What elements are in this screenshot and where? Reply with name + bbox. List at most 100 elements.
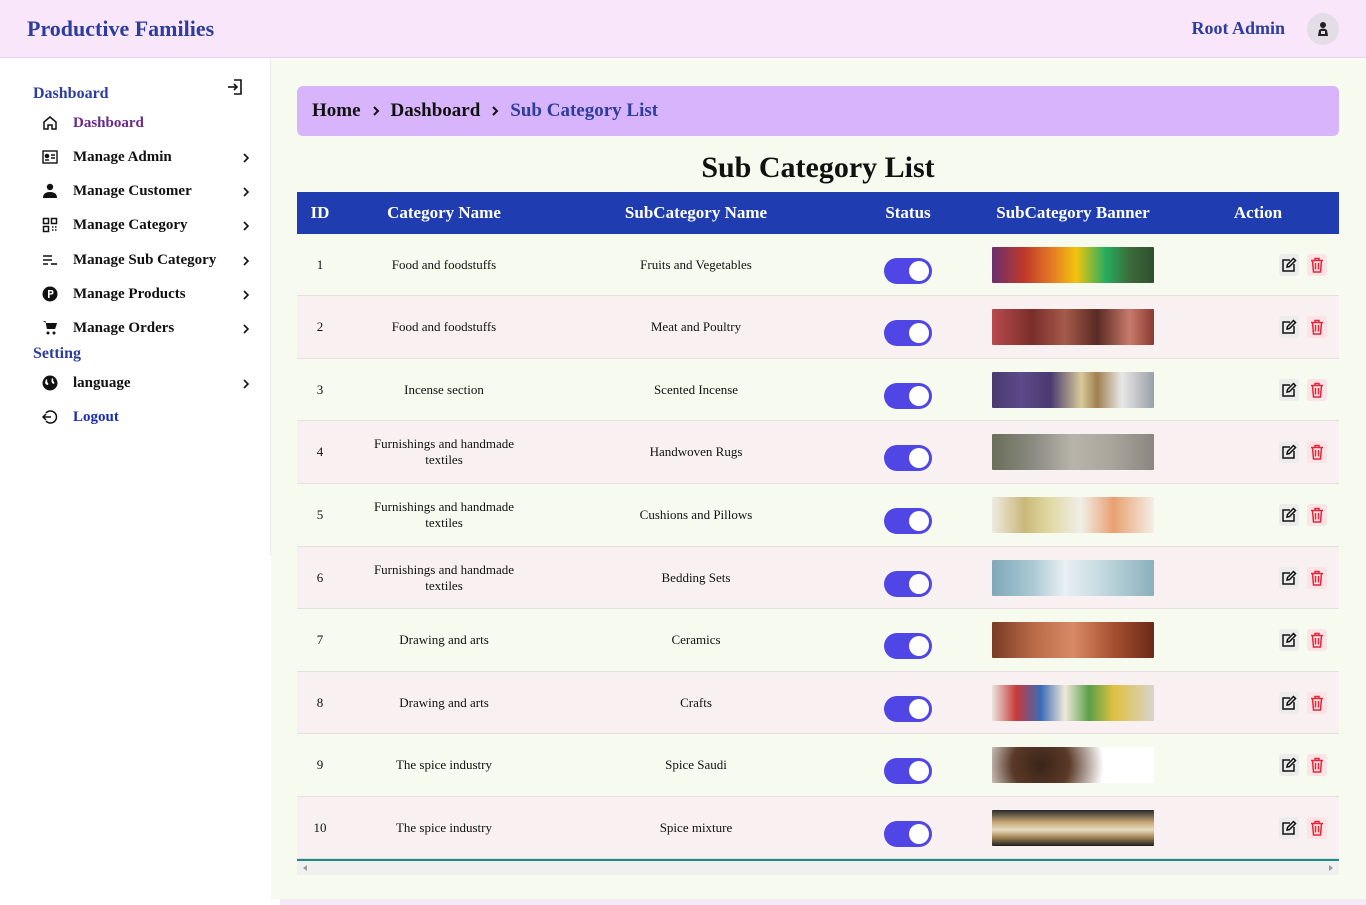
cell-category: Drawing and arts — [399, 632, 489, 647]
subcategory-banner-image — [992, 497, 1154, 533]
sidebar-item-logout[interactable]: Logout — [40, 404, 252, 430]
cell-banner — [969, 747, 1177, 783]
delete-icon[interactable] — [1307, 378, 1327, 401]
sidebar-item-manage-sub-category[interactable]: Manage Sub Category — [40, 247, 252, 273]
sidebar-item-manage-category[interactable]: Manage Category — [40, 212, 252, 238]
edit-icon[interactable] — [1279, 316, 1299, 338]
sidebar-item-label: Manage Sub Category — [73, 251, 217, 268]
delete-icon[interactable] — [1307, 504, 1327, 526]
edit-icon[interactable] — [1279, 504, 1299, 526]
toggle-knob — [909, 260, 929, 281]
subcategory-banner-image — [992, 434, 1154, 470]
column-header-banner: SubCategory Banner — [996, 203, 1150, 222]
sidebar-item-language[interactable]: language — [40, 370, 252, 396]
subcategory-banner-image — [992, 309, 1154, 345]
sidebar-item-label: Manage Customer — [73, 182, 192, 199]
sidebar-item-manage-orders[interactable]: Manage Orders — [40, 315, 252, 341]
subcategory-table: ID Category Name SubCategory Name Status… — [297, 192, 1339, 859]
edit-icon[interactable] — [1279, 441, 1299, 463]
sidebar-item-manage-customer[interactable]: Manage Customer — [40, 178, 252, 204]
status-toggle[interactable] — [884, 570, 932, 597]
scroll-left-icon[interactable] — [301, 864, 309, 872]
sidebar-item-manage-products[interactable]: Manage Products — [40, 281, 252, 307]
breadcrumb-dashboard[interactable]: Dashboard — [391, 100, 481, 122]
cell-status — [847, 559, 969, 597]
delete-icon[interactable] — [1307, 316, 1327, 338]
delete-icon[interactable] — [1307, 754, 1327, 776]
cell-status — [847, 621, 969, 659]
cart-icon — [40, 318, 60, 338]
sidebar-item-label: Dashboard — [73, 114, 144, 131]
subcategory-banner-image — [992, 371, 1154, 408]
cell-subcategory: Crafts — [680, 694, 712, 710]
table-header: ID Category Name SubCategory Name Status… — [297, 192, 1339, 234]
sidebar-section-setting: Setting — [33, 345, 81, 362]
edit-icon[interactable] — [1279, 629, 1299, 651]
sidebar-item-dashboard[interactable]: Dashboard — [40, 110, 252, 136]
status-toggle[interactable] — [884, 695, 932, 722]
status-toggle[interactable] — [884, 382, 932, 409]
delete-icon[interactable] — [1307, 691, 1327, 714]
status-toggle[interactable] — [884, 820, 932, 847]
subcategory-banner-image — [992, 747, 1154, 783]
chevron-right-icon — [240, 219, 252, 231]
table-row: 9 The spice industry Spice Saudi — [297, 734, 1339, 797]
user-avatar-icon[interactable] — [1307, 13, 1339, 45]
logout-icon — [40, 407, 60, 427]
cell-category: Furnishings and handmade textiles — [373, 499, 515, 530]
sidebar-item-label: Manage Category — [73, 216, 188, 233]
status-toggle[interactable] — [884, 633, 932, 659]
status-toggle[interactable] — [884, 257, 932, 284]
sidebar-item-manage-admin[interactable]: Manage Admin — [40, 144, 252, 170]
edit-icon[interactable] — [1279, 816, 1299, 839]
delete-icon[interactable] — [1307, 816, 1327, 839]
cell-action — [1177, 253, 1339, 276]
delete-icon[interactable] — [1307, 566, 1327, 589]
edit-icon[interactable] — [1279, 378, 1299, 401]
delete-icon[interactable] — [1307, 253, 1327, 276]
cell-id: 9 — [316, 757, 324, 772]
home-icon — [40, 113, 60, 133]
cell-banner — [969, 309, 1177, 345]
status-toggle[interactable] — [884, 758, 932, 784]
cell-banner — [969, 371, 1177, 408]
edit-icon[interactable] — [1279, 754, 1299, 776]
cell-banner — [969, 559, 1177, 596]
collapse-sidebar-icon[interactable] — [226, 78, 244, 96]
cell-action — [1177, 378, 1339, 401]
person-icon — [40, 181, 60, 201]
cell-id: 7 — [316, 632, 324, 647]
edit-icon[interactable] — [1279, 566, 1299, 589]
edit-icon[interactable] — [1279, 691, 1299, 714]
cell-id: 3 — [316, 381, 324, 397]
breadcrumb-home[interactable]: Home — [312, 100, 361, 122]
cell-id: 1 — [316, 256, 324, 272]
toggle-knob — [909, 698, 929, 719]
table-body: 1 Food and foodstuffs Fruits and Vegetable… — [297, 234, 1339, 859]
scroll-right-icon[interactable] — [1327, 864, 1335, 872]
status-toggle[interactable] — [884, 320, 932, 346]
toggle-knob — [909, 823, 929, 844]
sidebar-item-label: Manage Admin — [73, 148, 172, 165]
subcategory-banner-image — [992, 559, 1154, 596]
chevron-right-icon — [240, 288, 252, 300]
delete-icon[interactable] — [1307, 441, 1327, 463]
horizontal-scrollbar[interactable] — [297, 859, 1339, 875]
cell-banner — [969, 684, 1177, 721]
status-toggle[interactable] — [884, 445, 932, 471]
edit-icon[interactable] — [1279, 253, 1299, 276]
cell-id: 8 — [316, 694, 324, 710]
delete-icon[interactable] — [1307, 629, 1327, 651]
sidebar-item-label: Manage Products — [73, 285, 186, 302]
user-name[interactable]: Root Admin — [1191, 18, 1285, 39]
table-row: 10 The spice industry Spice mixture — [297, 797, 1339, 859]
cell-subcategory: Spice Saudi — [665, 757, 727, 772]
cell-category: Food and foodstuffs — [391, 319, 497, 334]
sidebar-item-label: language — [73, 374, 131, 391]
cell-id: 6 — [316, 569, 324, 585]
status-toggle[interactable] — [884, 508, 932, 534]
table-row: 8 Drawing and arts Crafts — [297, 672, 1339, 734]
table-row: 4 Furnishings and handmade textiles Handwo… — [297, 421, 1339, 484]
brand-title[interactable]: Productive Families — [27, 16, 214, 42]
cell-banner — [969, 809, 1177, 846]
